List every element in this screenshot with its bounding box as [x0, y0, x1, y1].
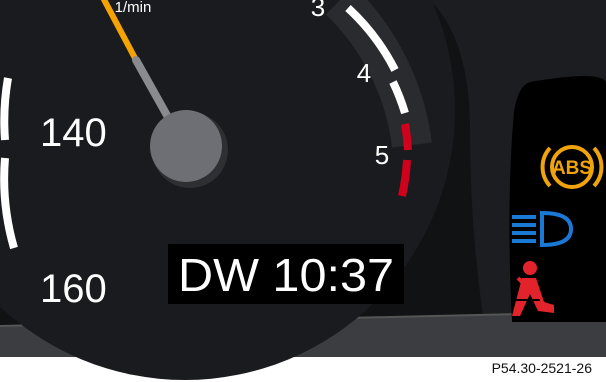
tachometer-label-4: 4 [357, 58, 371, 88]
figure-caption: P54.30-2521-26 [491, 360, 592, 376]
instrument-cluster: 3 4 5 1/min 140 160 DW 10:37 ABS P54.30-… [0, 0, 606, 382]
abs-lamp-text: ABS [552, 158, 592, 179]
tachometer-unit: 1/min [115, 0, 152, 16]
tachometer-redline [398, 159, 411, 197]
display-text: DW 10:37 [178, 249, 394, 301]
speedometer-label-160: 160 [40, 267, 107, 311]
tachometer-redline [401, 123, 412, 151]
tachometer-label-3: 3 [311, 0, 325, 22]
needle-hub [150, 110, 222, 182]
speedometer-label-140: 140 [40, 111, 107, 155]
tachometer-label-5: 5 [375, 140, 389, 170]
cluster-illustration: 3 4 5 1/min 140 160 DW 10:37 ABS [0, 0, 606, 382]
